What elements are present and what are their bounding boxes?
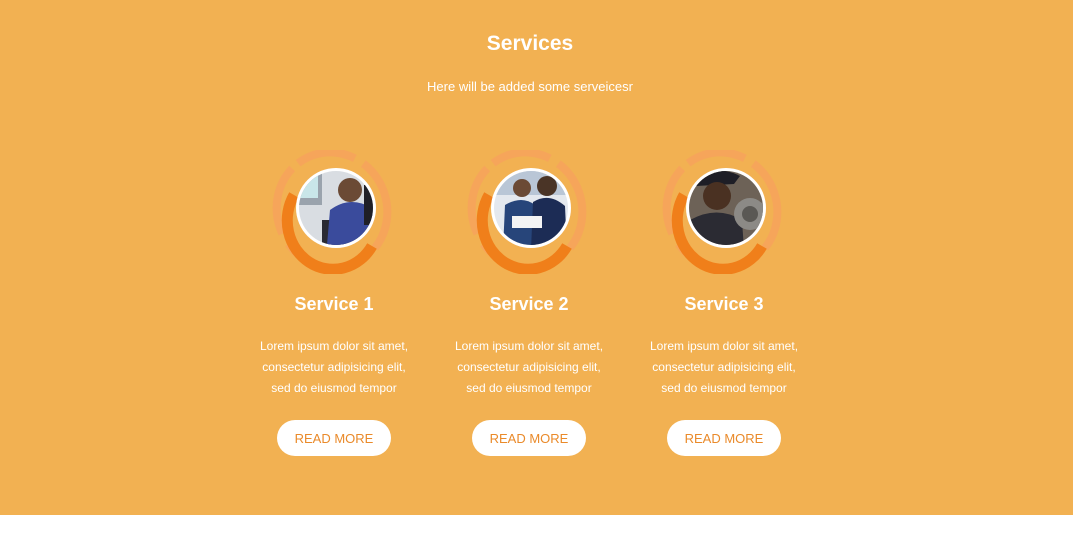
workers-reviewing-documents-photo xyxy=(467,148,587,275)
service-2-emblem xyxy=(467,148,591,275)
service-1-title: Service 1 xyxy=(294,294,374,314)
service-card-3: Service 3 Lorem ipsum dolor sit amet, co… xyxy=(626,148,822,470)
service-card-1: Service 1 Lorem ipsum dolor sit amet, co… xyxy=(236,148,432,470)
service-3-title: Service 3 xyxy=(684,294,764,314)
mechanic-with-engine-part-photo xyxy=(662,148,782,275)
service-2-title: Service 2 xyxy=(489,294,569,314)
service-1-description: Lorem ipsum dolor sit amet, consectetur … xyxy=(259,339,409,395)
service-1-emblem xyxy=(272,148,396,275)
service-1-read-more-button[interactable]: READ MORE xyxy=(277,420,391,456)
section-title: Services xyxy=(486,32,574,55)
service-2-description: Lorem ipsum dolor sit amet, consectetur … xyxy=(454,339,604,395)
service-card-2: Service 2 Lorem ipsum dolor sit amet, co… xyxy=(431,148,627,470)
service-3-description: Lorem ipsum dolor sit amet, consectetur … xyxy=(649,339,799,395)
services-section: Services Here will be added some serveic… xyxy=(0,0,1073,515)
service-3-emblem xyxy=(662,148,786,275)
service-3-read-more-button[interactable]: READ MORE xyxy=(667,420,781,456)
service-2-read-more-button[interactable]: READ MORE xyxy=(472,420,586,456)
section-subtitle: Here will be added some serveicesr xyxy=(427,79,633,94)
worker-at-computer-photo xyxy=(272,148,392,275)
